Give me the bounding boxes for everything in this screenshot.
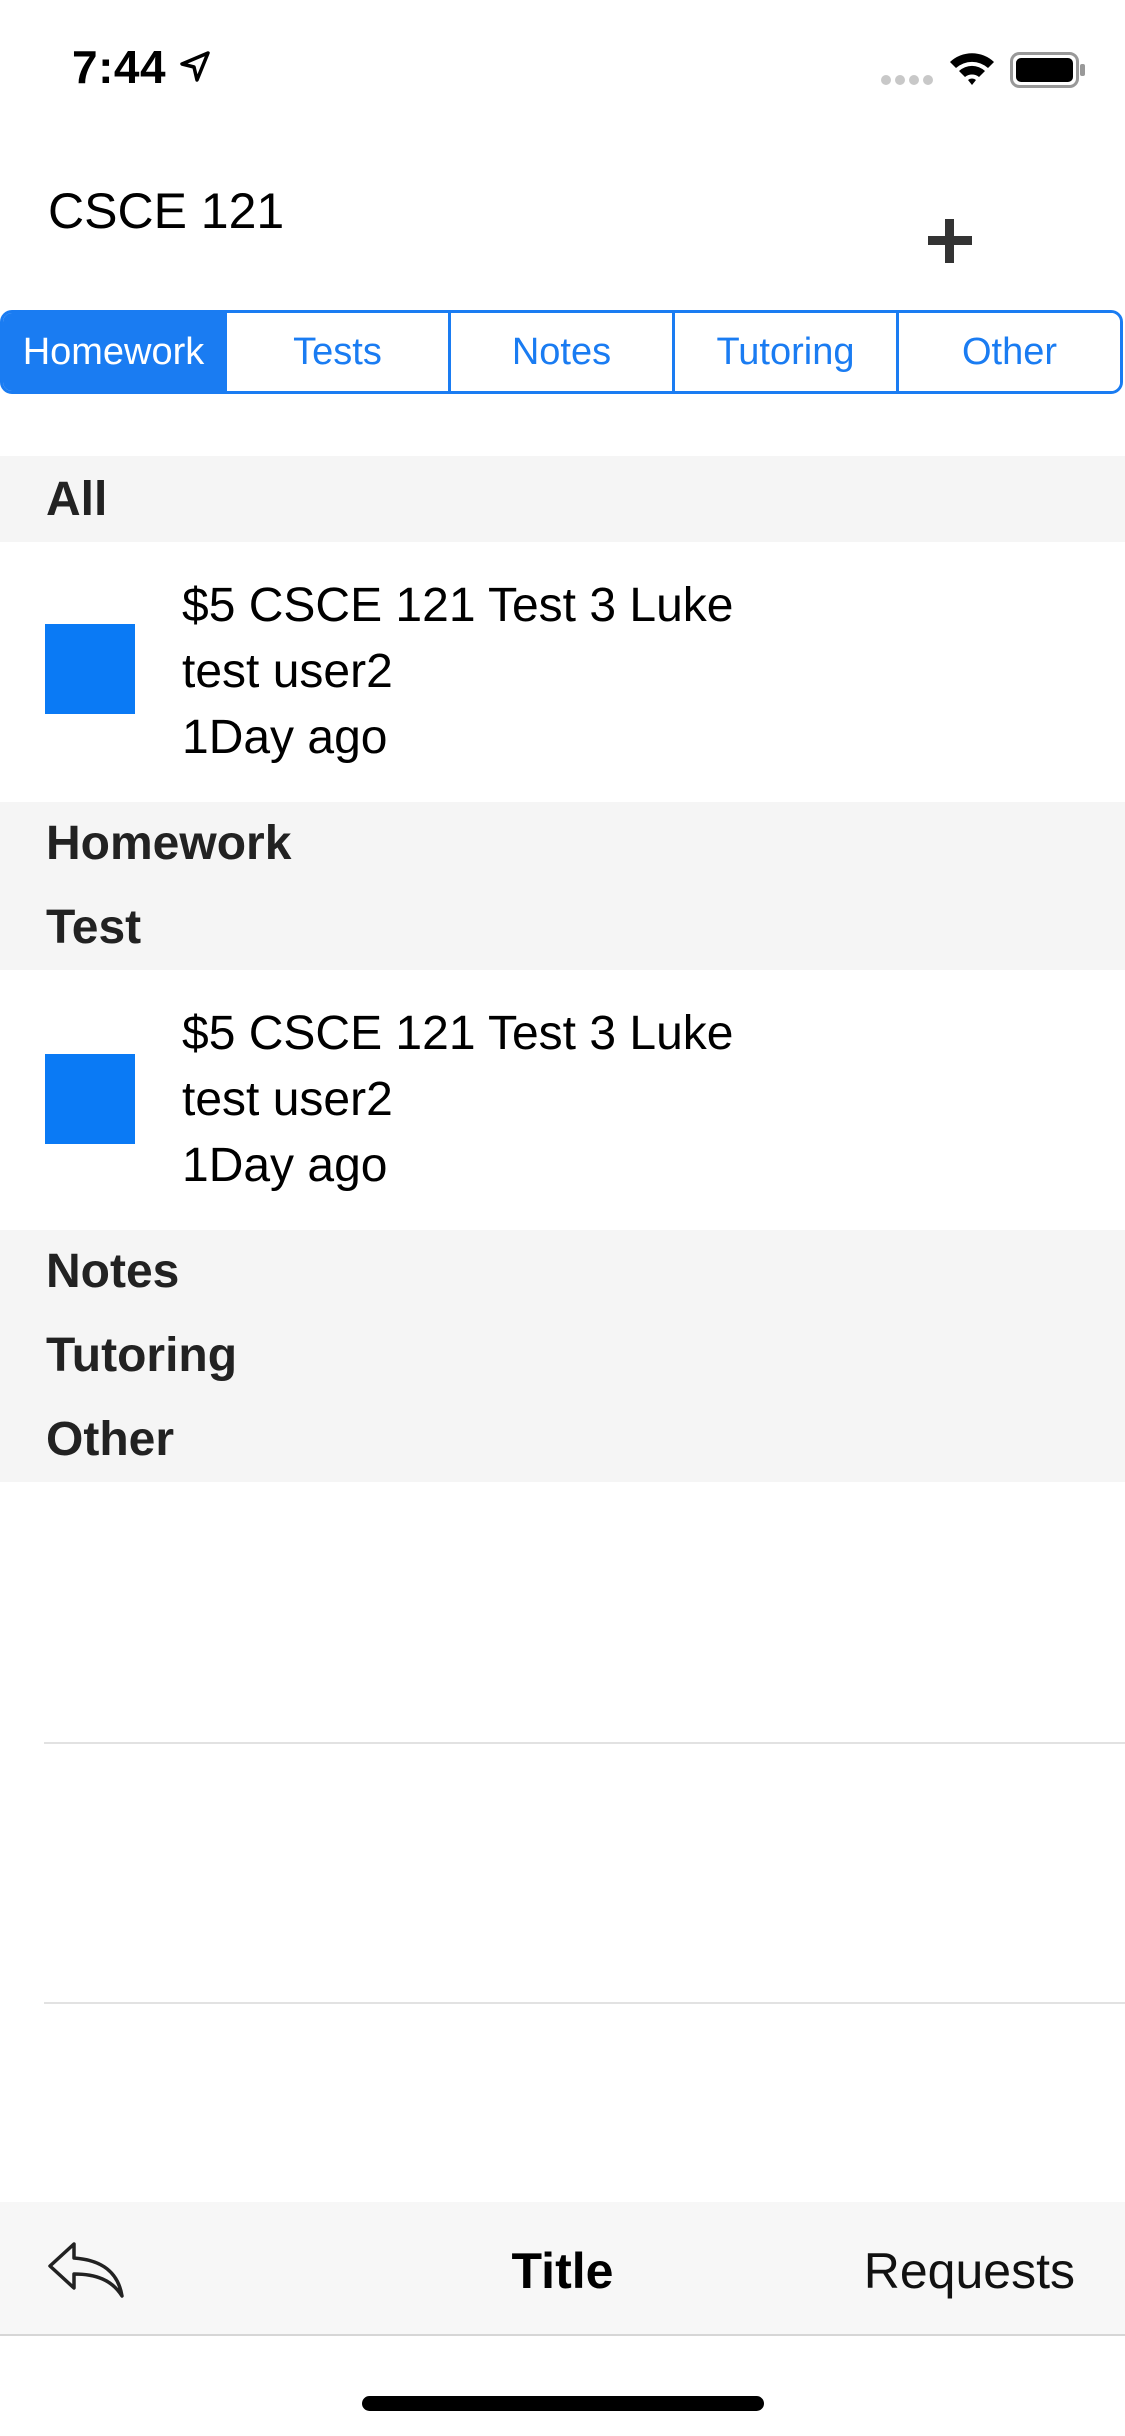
item-user: test user2 xyxy=(182,1073,393,1126)
list-item[interactable]: $5 CSCE 121 Test 3 Luke test user2 1Day … xyxy=(0,542,1125,802)
item-time: 1Day ago xyxy=(182,711,388,764)
section-header-homework-test: Homework Test xyxy=(0,802,1125,970)
cellular-signal-icon xyxy=(881,75,933,85)
section-header-notes-tutoring-other: Notes Tutoring Other xyxy=(0,1230,1125,1482)
section-label-test: Test xyxy=(46,901,142,954)
bottom-toolbar: Title Requests xyxy=(0,2202,1125,2336)
app-screen: 7:44 CSCE 121 Homework Tests Notes Tutor xyxy=(0,0,1125,2436)
home-indicator[interactable] xyxy=(362,2396,764,2411)
segment-tests[interactable]: Tests xyxy=(227,313,451,391)
item-thumbnail xyxy=(45,624,135,714)
segment-tutoring[interactable]: Tutoring xyxy=(675,313,899,391)
item-time: 1Day ago xyxy=(182,1139,388,1192)
section-label-tutoring: Tutoring xyxy=(46,1329,238,1382)
requests-button[interactable]: Requests xyxy=(864,2242,1075,2300)
section-header-all: All xyxy=(0,456,1125,542)
add-button[interactable] xyxy=(922,212,982,272)
wifi-icon xyxy=(950,53,994,85)
list-item[interactable]: $5 CSCE 121 Test 3 Luke test user2 1Day … xyxy=(0,970,1125,1230)
section-label-other: Other xyxy=(46,1413,175,1466)
segment-notes[interactable]: Notes xyxy=(451,313,675,391)
status-bar: 7:44 xyxy=(0,0,1125,132)
location-arrow-icon xyxy=(180,51,210,82)
status-time: 7:44 xyxy=(72,41,167,93)
section-label-notes: Notes xyxy=(46,1245,180,1298)
segment-other[interactable]: Other xyxy=(899,313,1120,391)
row-separator xyxy=(44,2002,1125,2004)
category-segmented-control: Homework Tests Notes Tutoring Other xyxy=(0,310,1123,394)
item-user: test user2 xyxy=(182,645,393,698)
row-separator xyxy=(44,1742,1125,1744)
item-thumbnail xyxy=(45,1054,135,1144)
item-title: $5 CSCE 121 Test 3 Luke xyxy=(182,579,734,632)
battery-icon xyxy=(1010,52,1085,88)
section-label-all: All xyxy=(46,473,108,526)
segment-homework[interactable]: Homework xyxy=(3,313,227,391)
item-title: $5 CSCE 121 Test 3 Luke xyxy=(182,1007,734,1060)
page-title: CSCE 121 xyxy=(48,183,285,239)
section-label-homework: Homework xyxy=(46,817,292,870)
